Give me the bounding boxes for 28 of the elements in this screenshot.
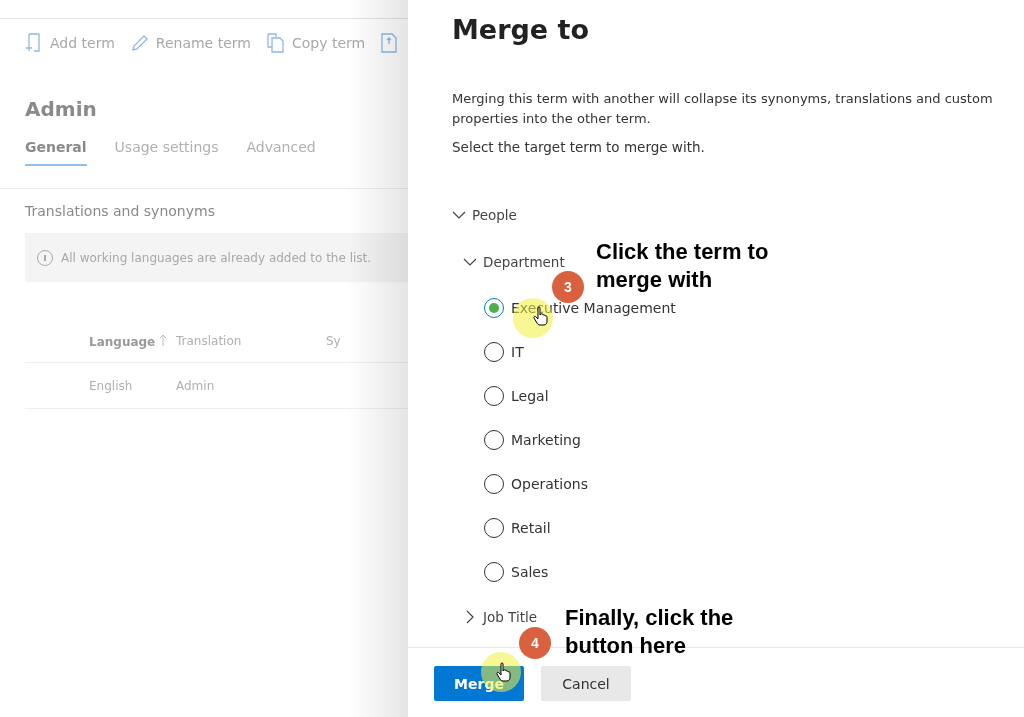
instruction-text: Select the target term to merge with. xyxy=(452,139,706,155)
callout-text: Finally, click the button here xyxy=(565,604,734,660)
info-message: All working languages are already added to the list. xyxy=(61,250,372,265)
radio-option[interactable]: Sales xyxy=(484,560,549,584)
term-title: Admin xyxy=(25,97,98,121)
radio-option[interactable]: Marketing xyxy=(484,428,581,452)
step-number: 4 xyxy=(519,627,551,659)
tree-node[interactable]: People xyxy=(452,205,517,225)
add-document-icon xyxy=(25,33,43,53)
section-title: Translations and synonyms xyxy=(25,203,216,219)
callout-text: Click the term to merge with xyxy=(596,238,769,294)
radio-option[interactable]: IT xyxy=(484,340,524,364)
description-text: Merging this term with another will collapse its synonyms, translations and custom properties into the other term. xyxy=(452,90,994,128)
copy-icon xyxy=(266,33,285,53)
table-cell: Admin xyxy=(176,362,326,409)
document-arrow-icon xyxy=(381,33,398,53)
pencil-icon xyxy=(130,34,149,52)
cancel-button[interactable]: Cancel xyxy=(541,666,631,701)
table-cell: English xyxy=(25,362,176,409)
sort-ascending-icon xyxy=(159,333,168,346)
radio-option[interactable]: Legal xyxy=(484,384,549,408)
step-number: 3 xyxy=(552,271,584,303)
radio-option[interactable]: Retail xyxy=(484,516,551,540)
tree-node[interactable]: Job Title xyxy=(463,607,538,627)
merge-button[interactable]: Merge xyxy=(434,666,524,701)
panel-title: Merge to xyxy=(452,14,590,45)
radio-option[interactable]: Operations xyxy=(484,472,588,496)
tree-node[interactable]: Department xyxy=(463,252,565,272)
